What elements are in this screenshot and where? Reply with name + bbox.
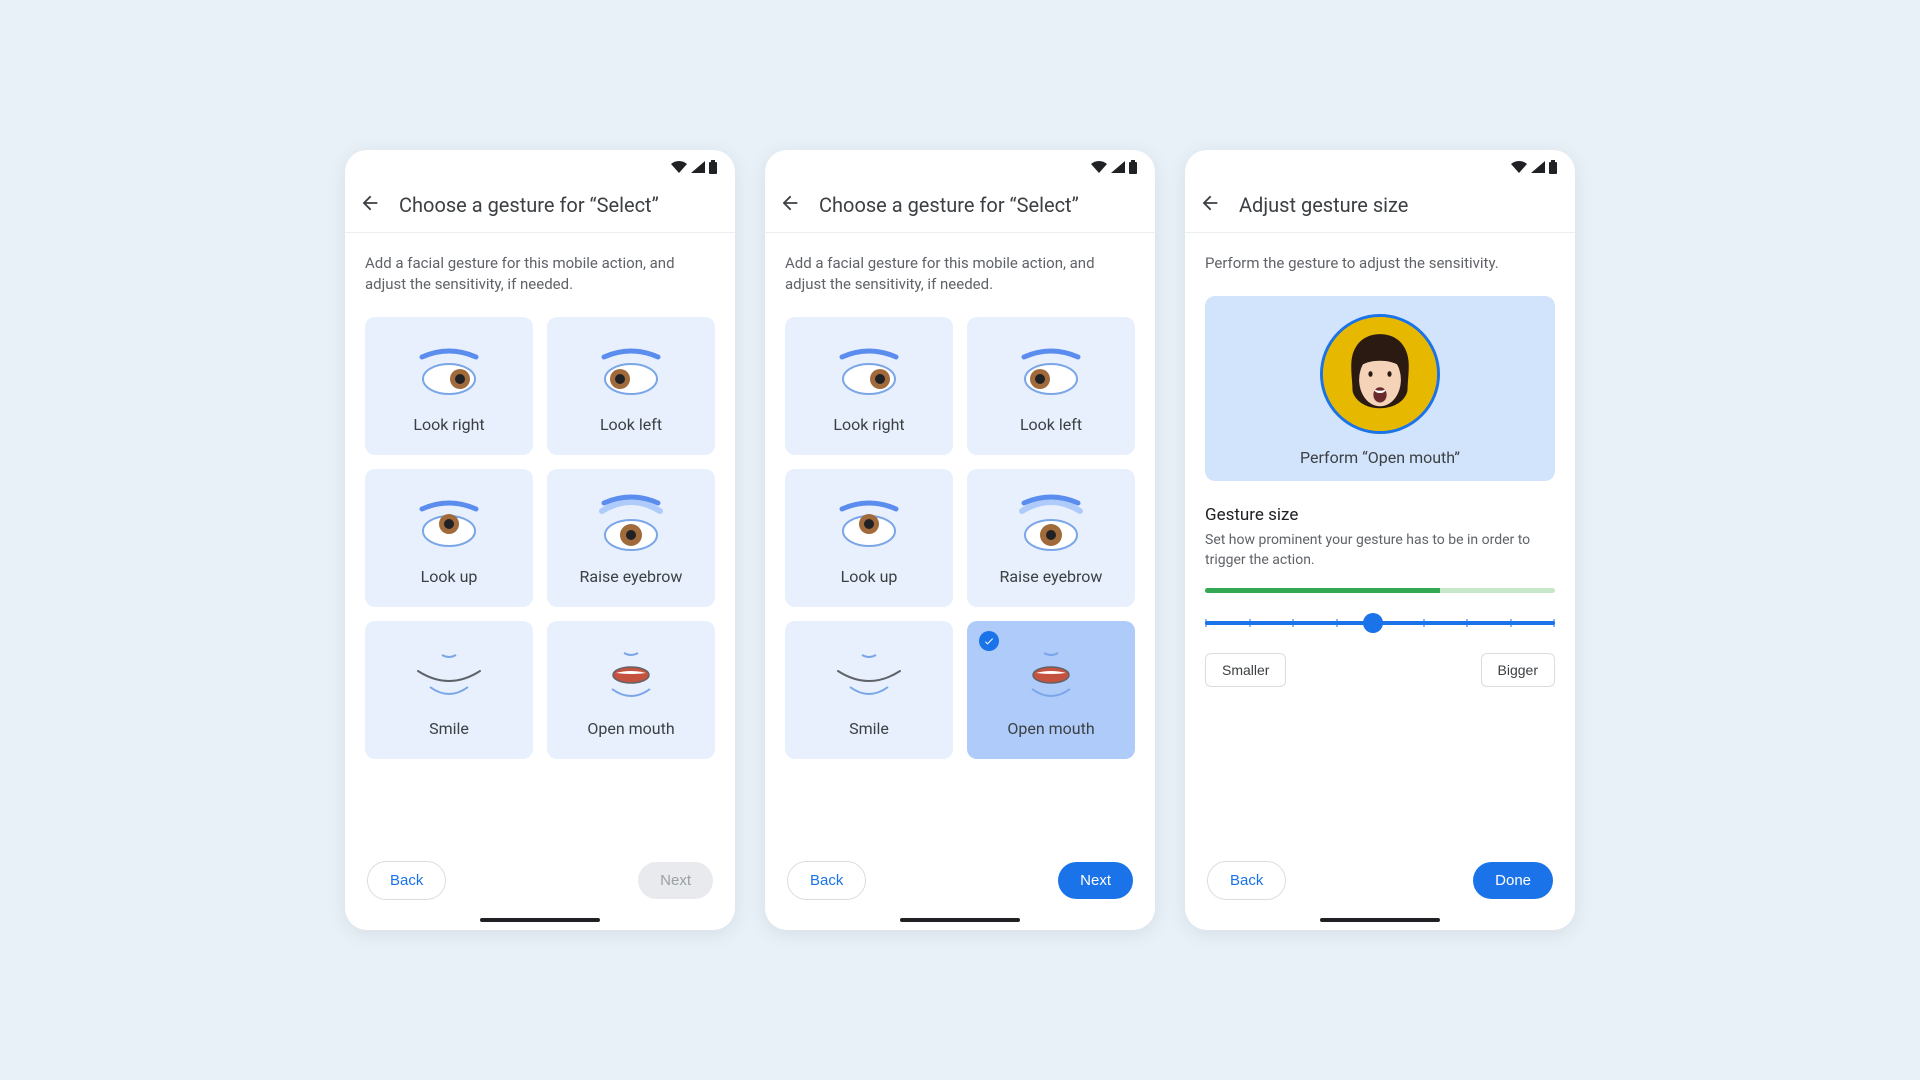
- open-mouth-illustration: [586, 643, 676, 713]
- back-arrow-icon[interactable]: [359, 192, 381, 218]
- gesture-card-label: Look left: [600, 415, 662, 434]
- smile-illustration: [824, 643, 914, 713]
- done-button[interactable]: Done: [1473, 862, 1553, 899]
- gesture-card-eyebrow[interactable]: Raise eyebrow: [967, 469, 1135, 607]
- page-title: Choose a gesture for “Select”: [819, 193, 1079, 217]
- description-text: Add a facial gesture for this mobile act…: [785, 253, 1135, 295]
- phone-screen-1: Choose a gesture for “Select” Add a faci…: [345, 150, 735, 930]
- slider-thumb[interactable]: [1363, 613, 1383, 633]
- gesture-card-open-mouth[interactable]: Open mouth: [547, 621, 715, 759]
- eyebrow-illustration: [1006, 491, 1096, 561]
- gesture-card-label: Look up: [841, 567, 898, 586]
- battery-icon: [1549, 160, 1557, 174]
- gesture-card-eye-right[interactable]: Look right: [365, 317, 533, 455]
- battery-icon: [1129, 160, 1137, 174]
- signal-icon: [1531, 161, 1545, 173]
- gesture-progress-bar: [1205, 588, 1555, 593]
- gesture-card-eye-up[interactable]: Look up: [785, 469, 953, 607]
- gesture-card-open-mouth[interactable]: Open mouth: [967, 621, 1135, 759]
- gesture-grid: Look right Look left Look up Raise eyebrow S…: [785, 317, 1135, 759]
- nav-handle[interactable]: [480, 918, 600, 922]
- description-text: Perform the gesture to adjust the sensit…: [1205, 253, 1555, 274]
- status-bar: [345, 150, 735, 178]
- eye-left-illustration: [586, 339, 676, 409]
- wifi-icon: [671, 161, 687, 173]
- gesture-card-label: Smile: [429, 719, 469, 738]
- phone-screen-3: Adjust gesture size Perform the gesture …: [1185, 150, 1575, 930]
- page-title: Adjust gesture size: [1239, 193, 1408, 217]
- gesture-card-eye-up[interactable]: Look up: [365, 469, 533, 607]
- phone-screen-2: Choose a gesture for “Select” Add a faci…: [765, 150, 1155, 930]
- wifi-icon: [1511, 161, 1527, 173]
- footer-bar: Back Next: [345, 841, 735, 930]
- wifi-icon: [1091, 161, 1107, 173]
- content-area: Perform the gesture to adjust the sensit…: [1185, 233, 1575, 841]
- gesture-card-eye-right[interactable]: Look right: [785, 317, 953, 455]
- battery-icon: [709, 160, 717, 174]
- gesture-card-eye-left[interactable]: Look left: [967, 317, 1135, 455]
- size-button-row: Smaller Bigger: [1205, 653, 1555, 687]
- back-button[interactable]: Back: [1207, 861, 1286, 900]
- gesture-size-title: Gesture size: [1205, 505, 1555, 525]
- eye-right-illustration: [404, 339, 494, 409]
- footer-bar: Back Done: [1185, 841, 1575, 930]
- sensitivity-slider[interactable]: [1205, 613, 1555, 633]
- open-mouth-illustration: [1006, 643, 1096, 713]
- smile-illustration: [404, 643, 494, 713]
- eye-up-illustration: [404, 491, 494, 561]
- gesture-card-label: Open mouth: [1007, 719, 1094, 738]
- gesture-card-eyebrow[interactable]: Raise eyebrow: [547, 469, 715, 607]
- eyebrow-illustration: [586, 491, 676, 561]
- gesture-card-label: Smile: [849, 719, 889, 738]
- status-bar: [1185, 150, 1575, 178]
- app-bar: Choose a gesture for “Select”: [345, 178, 735, 233]
- gesture-card-label: Raise eyebrow: [1000, 567, 1103, 586]
- nav-handle[interactable]: [900, 918, 1020, 922]
- back-button[interactable]: Back: [367, 861, 446, 900]
- page-title: Choose a gesture for “Select”: [399, 193, 659, 217]
- status-bar: [765, 150, 1155, 178]
- description-text: Add a facial gesture for this mobile act…: [365, 253, 715, 295]
- next-button[interactable]: Next: [1058, 862, 1133, 899]
- gesture-card-label: Look right: [413, 415, 484, 434]
- back-button[interactable]: Back: [787, 861, 866, 900]
- content-area: Add a facial gesture for this mobile act…: [765, 233, 1155, 841]
- content-area: Add a facial gesture for this mobile act…: [345, 233, 735, 841]
- signal-icon: [1111, 161, 1125, 173]
- back-arrow-icon[interactable]: [1199, 192, 1221, 218]
- gesture-card-smile[interactable]: Smile: [785, 621, 953, 759]
- gesture-card-label: Raise eyebrow: [580, 567, 683, 586]
- nav-handle[interactable]: [1320, 918, 1440, 922]
- check-icon: [979, 631, 999, 651]
- camera-preview-panel: Perform “Open mouth”: [1205, 296, 1555, 481]
- gesture-progress-fill: [1205, 588, 1440, 593]
- next-button: Next: [638, 862, 713, 899]
- gesture-card-label: Look right: [833, 415, 904, 434]
- footer-bar: Back Next: [765, 841, 1155, 930]
- gesture-card-label: Look up: [421, 567, 478, 586]
- gesture-card-smile[interactable]: Smile: [365, 621, 533, 759]
- gesture-card-eye-left[interactable]: Look left: [547, 317, 715, 455]
- back-arrow-icon[interactable]: [779, 192, 801, 218]
- signal-icon: [691, 161, 705, 173]
- eye-up-illustration: [824, 491, 914, 561]
- eye-left-illustration: [1006, 339, 1096, 409]
- camera-preview-avatar: [1320, 314, 1440, 434]
- gesture-size-desc: Set how prominent your gesture has to be…: [1205, 531, 1555, 570]
- gesture-card-label: Open mouth: [587, 719, 674, 738]
- bigger-button[interactable]: Bigger: [1481, 653, 1555, 687]
- perform-label: Perform “Open mouth”: [1205, 448, 1555, 467]
- app-bar: Adjust gesture size: [1185, 178, 1575, 233]
- gesture-grid: Look right Look left Look up Raise eyebrow S…: [365, 317, 715, 759]
- gesture-card-label: Look left: [1020, 415, 1082, 434]
- smaller-button[interactable]: Smaller: [1205, 653, 1286, 687]
- eye-right-illustration: [824, 339, 914, 409]
- app-bar: Choose a gesture for “Select”: [765, 178, 1155, 233]
